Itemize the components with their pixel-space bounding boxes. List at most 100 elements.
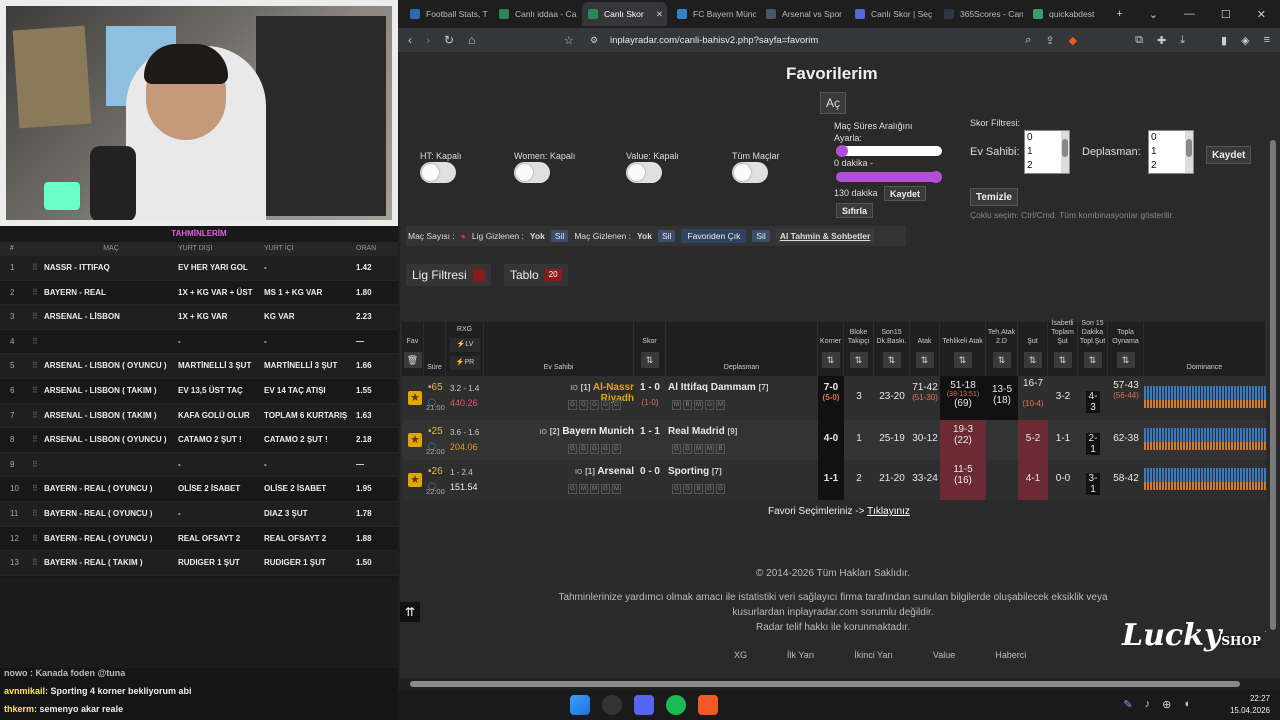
zoom-icon[interactable]: ⌕ <box>1025 34 1031 47</box>
brave-shield-icon[interactable]: ◆ <box>1069 34 1077 47</box>
url-input[interactable]: inplayradar.com/canli-bahisv2.php?sayfa=… <box>610 35 818 46</box>
min-slider[interactable] <box>836 145 942 157</box>
download-icon[interactable]: ⤓ <box>1180 34 1185 47</box>
close-tab-icon[interactable]: ✕ <box>656 2 663 26</box>
away-team-name[interactable]: Al Ittifaq Dammam <box>668 382 756 393</box>
all-matches-toggle[interactable] <box>732 162 768 183</box>
favorites-link[interactable]: Tıklayınız <box>867 506 910 517</box>
vertical-scrollbar[interactable] <box>1266 52 1280 678</box>
clock[interactable]: 22:27 15.04.2026 <box>1230 693 1270 717</box>
open-button[interactable]: Aç <box>820 92 846 114</box>
obs-icon[interactable] <box>602 695 622 715</box>
bookmark-icon[interactable]: ☆ <box>564 34 574 47</box>
sort-skor-button[interactable]: ⇅ <box>640 352 659 368</box>
sort-son15d-button[interactable]: ⇅ <box>1083 352 1102 368</box>
footer-link-xg[interactable]: XG <box>734 650 747 660</box>
extensions-icon[interactable]: ⧉ <box>1135 34 1143 47</box>
favorite-star-icon[interactable]: ★ <box>408 433 422 447</box>
favorite-star-icon[interactable]: ★ <box>408 473 422 487</box>
menu-icon[interactable]: ≡ <box>1264 34 1270 47</box>
back-icon[interactable]: ‹ <box>408 33 412 47</box>
scroll-top-button[interactable]: ⇈ <box>400 602 420 622</box>
footer-link-haberci[interactable]: Haberci <box>995 650 1026 660</box>
pen-icon[interactable]: ✎ <box>1123 698 1132 711</box>
away-team-name[interactable]: Sporting <box>668 466 709 477</box>
spotify-icon[interactable] <box>666 695 686 715</box>
volume-icon[interactable]: ◖ <box>1183 698 1190 711</box>
footer-link-first-half[interactable]: İlk Yarı <box>787 650 814 660</box>
away-team-name[interactable]: Real Madrid <box>668 426 725 437</box>
away-score-list[interactable]: 0 1 2 <box>1148 130 1194 174</box>
discord-icon[interactable] <box>634 695 654 715</box>
value-toggle[interactable] <box>626 162 662 183</box>
mic-icon[interactable]: ♪ <box>1145 698 1151 711</box>
home-team-name[interactable]: Arsenal <box>597 466 634 477</box>
site-info-icon[interactable]: ⚙ <box>590 35 598 46</box>
drag-handle-icon: ⠿ <box>32 385 38 395</box>
delete-match-button[interactable]: Sil <box>657 230 676 242</box>
women-toggle[interactable] <box>514 162 550 183</box>
person-hair <box>144 44 228 84</box>
browser-tab[interactable]: Canlı iddaa - Ca <box>493 2 578 26</box>
tab-list-button[interactable]: ⌄ <box>1149 8 1158 21</box>
sort-korner-button[interactable]: ⇅ <box>821 352 840 368</box>
browser-tab[interactable]: FC Bayern Münc <box>671 2 756 26</box>
sort-son15-button[interactable]: ⇅ <box>882 352 901 368</box>
browser-tab[interactable]: Arsenal vs Spor <box>760 2 845 26</box>
reset-button[interactable]: Sıfırla <box>836 203 874 218</box>
footer-link-second-half[interactable]: İkinci Yarı <box>854 650 893 660</box>
delete-button[interactable]: Sil <box>752 230 770 242</box>
pr-button[interactable]: ⚡PR <box>450 356 480 370</box>
save-score-button[interactable]: Kaydet <box>1206 146 1252 164</box>
favorite-star-icon[interactable]: ★ <box>408 391 422 405</box>
match-row[interactable]: ★ •25 ◯ 22:00 3.6 - 1.6 204.06 IO [2] Bayern M… <box>402 420 1266 460</box>
sort-atak-button[interactable]: ⇅ <box>915 352 934 368</box>
reload-icon[interactable]: ↻ <box>444 33 454 47</box>
home-form: GGGGG <box>568 444 621 454</box>
new-tab-button[interactable]: + <box>1116 8 1122 21</box>
ht-toggle[interactable] <box>420 162 456 183</box>
browser-tab[interactable]: Canlı Skor | Seç <box>849 2 934 26</box>
match-row[interactable]: ★ •26 ◯ 22:00 1 - 2.4 151.54 IO [1] Arsenal G M M… <box>402 460 1266 500</box>
forward-icon[interactable]: › <box>426 33 430 47</box>
sort-sut-button[interactable]: ⇅ <box>1023 352 1042 368</box>
browser-window: Football Stats, T Canlı iddaa - Ca Canlı S… <box>398 0 1280 690</box>
sidebar-icon[interactable]: ▮ <box>1221 34 1227 47</box>
save-range-button[interactable]: Kaydet <box>884 186 927 201</box>
sort-teh2-button[interactable]: ⇅ <box>992 352 1011 368</box>
home-form: GGGGG <box>568 400 621 410</box>
close-window-button[interactable]: ✕ <box>1257 8 1266 21</box>
ai-chat-dropdown[interactable]: AI Tahmin & Sohbetler <box>775 229 875 243</box>
minimize-button[interactable]: — <box>1184 8 1195 21</box>
vpn-icon[interactable]: ◈ <box>1241 34 1249 47</box>
brave-icon[interactable] <box>698 695 718 715</box>
maximize-button[interactable]: ☐ <box>1221 8 1231 21</box>
share-icon[interactable]: ⇪ <box>1045 34 1054 47</box>
table-button[interactable]: Tablo 20 <box>504 264 568 286</box>
puzzle-icon[interactable]: ✚ <box>1157 34 1166 47</box>
sort-tehlikeli-button[interactable]: ⇅ <box>953 352 972 368</box>
max-slider[interactable] <box>836 171 942 183</box>
horizontal-scrollbar[interactable] <box>398 678 1280 690</box>
clear-button[interactable]: Temizle <box>970 188 1018 206</box>
match-row[interactable]: ★ •65 ◯ 21:00 3.2 - 1.4 440.26 IO [1] Al-Nassr… <box>402 376 1266 420</box>
home-icon[interactable]: ⌂ <box>468 33 475 47</box>
home-score-list[interactable]: 0 1 2 <box>1024 130 1070 174</box>
footer-link-value[interactable]: Value <box>933 650 955 660</box>
lv-button[interactable]: ⚡LV <box>450 338 480 352</box>
sort-isabetli-button[interactable]: ⇅ <box>1053 352 1072 368</box>
browser-tab[interactable]: Football Stats, T <box>404 2 489 26</box>
remove-favorite-button[interactable]: Favoriden Çık <box>681 229 747 243</box>
league-filter-button[interactable]: Lig Filtresi <box>406 264 491 286</box>
sort-bloke-button[interactable]: ⇅ <box>849 352 868 368</box>
browser-tab[interactable]: quickabdest <box>1027 2 1112 26</box>
browser-tab[interactable]: Canlı Skor ✕ <box>582 2 667 26</box>
header-skor: Skor ⇅ <box>634 322 666 376</box>
home-team-name[interactable]: Bayern Munich <box>562 426 634 437</box>
browser-tab[interactable]: 365Scores - Can <box>938 2 1023 26</box>
network-icon[interactable]: ⊕ <box>1162 698 1171 711</box>
sort-fav-button[interactable]: 🗑 <box>403 352 422 368</box>
windows-start-icon[interactable] <box>570 695 590 715</box>
sort-topla-button[interactable]: ⇅ <box>1116 352 1135 368</box>
delete-league-button[interactable]: Sil <box>550 230 569 242</box>
